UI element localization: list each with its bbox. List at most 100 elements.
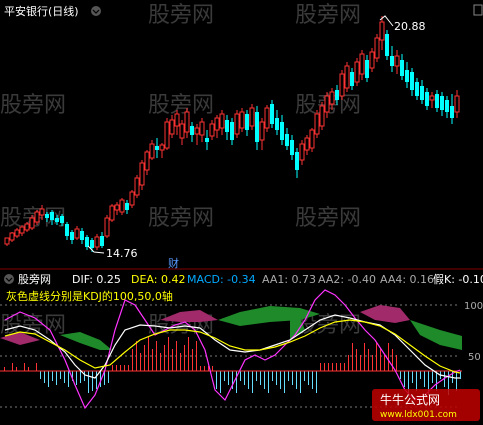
macd-bar — [108, 371, 109, 383]
readout-6: 假K: -0.10 — [433, 272, 483, 286]
candle-down — [125, 203, 129, 210]
candle-down — [50, 212, 54, 220]
macd-bar — [48, 371, 49, 387]
macd-bar — [348, 355, 349, 371]
band-magenta-2 — [360, 305, 410, 323]
candle-up — [114, 204, 120, 211]
macd-bar — [176, 341, 177, 371]
candle-down — [450, 106, 454, 118]
macd-bar — [320, 363, 321, 371]
macd-bar — [216, 371, 217, 389]
macd-bar — [84, 371, 85, 381]
candle-down — [60, 216, 64, 223]
candle-up — [234, 113, 240, 135]
macd-bar — [324, 363, 325, 371]
macd-bar — [352, 343, 353, 371]
macd-bar — [288, 371, 289, 381]
dropdown-icon[interactable] — [91, 6, 101, 16]
candle-up — [264, 107, 270, 129]
candle-up — [34, 211, 40, 223]
macd-bar — [360, 355, 361, 371]
macd-bar — [280, 371, 281, 389]
candle-down — [85, 237, 89, 247]
candle-down — [405, 70, 409, 82]
candle-down — [335, 90, 339, 100]
candle-down — [390, 56, 394, 66]
candle-down — [445, 100, 449, 112]
macd-bar — [156, 341, 157, 371]
macd-bar — [264, 371, 265, 389]
candle-up — [219, 113, 225, 129]
macd-bar — [244, 371, 245, 385]
macd-bar — [112, 365, 113, 371]
macd-bar — [172, 349, 173, 371]
candle-up — [379, 21, 385, 41]
macd-bar — [152, 349, 153, 371]
watermark-text: 股旁网 — [295, 206, 361, 231]
macd-bar — [272, 371, 273, 381]
macd-bar — [380, 349, 381, 371]
low-price-label: 14.76 — [106, 247, 138, 260]
axis-label-50: 50 — [468, 352, 481, 363]
macd-bar — [16, 367, 17, 371]
macd-bar — [300, 371, 301, 393]
macd-bar — [344, 363, 345, 371]
candle-up — [374, 37, 380, 59]
candle-up — [4, 237, 10, 245]
candle-up — [139, 162, 145, 186]
candle-down — [45, 214, 49, 218]
panel-close-icon[interactable] — [473, 4, 483, 16]
candle-up — [94, 236, 100, 248]
chart-canvas[interactable]: 股旁网股旁网股旁网股旁网股旁网股旁网股旁网股旁网股旁网股旁网股旁网 平安银行(日… — [0, 0, 483, 425]
candle-down — [285, 134, 289, 146]
site-logo-text: 牛牛公式网 — [380, 392, 440, 407]
candle-up — [319, 105, 325, 127]
candle-up — [199, 121, 205, 136]
candle-up — [249, 107, 255, 127]
candle-up — [194, 127, 200, 135]
candle-down — [205, 138, 209, 142]
macd-bar — [200, 366, 201, 371]
candle-up — [369, 51, 375, 69]
macd-bar — [12, 363, 13, 371]
candle-down — [155, 146, 159, 150]
macd-bar — [204, 366, 205, 371]
watermark-text: 股旁网 — [148, 206, 214, 231]
macd-bar — [136, 341, 137, 371]
macd-bar — [160, 353, 161, 371]
candle-down — [420, 86, 424, 100]
macd-bar — [68, 371, 69, 387]
macd-bar — [328, 363, 329, 371]
candle-up — [314, 113, 320, 135]
candle-up — [259, 121, 265, 141]
candle-up — [144, 151, 150, 171]
macd-bar — [436, 371, 437, 391]
event-marker[interactable]: 财 — [168, 256, 179, 270]
macd-bar — [120, 365, 121, 371]
candle-down — [280, 122, 284, 140]
macd-bar — [188, 337, 189, 371]
band-green-4 — [410, 320, 462, 350]
readout-1: DEA: 0.42 — [131, 273, 185, 286]
macd-bar — [332, 363, 333, 371]
macd-bar — [432, 371, 433, 383]
macd-bar — [276, 371, 277, 385]
macd-bar — [308, 371, 309, 385]
macd-bar — [236, 371, 237, 393]
watermark-text: 股旁网 — [295, 3, 361, 28]
indicator-menu-icon[interactable] — [4, 274, 14, 284]
macd-bar — [60, 371, 61, 379]
macd-bar — [228, 371, 229, 385]
candle-up — [309, 129, 315, 149]
macd-bar — [88, 371, 89, 393]
candle-down — [415, 82, 419, 96]
candle-up — [9, 232, 15, 241]
macd-bar — [224, 371, 225, 381]
macd-bar — [80, 371, 81, 383]
candle-down — [100, 236, 104, 246]
indicator-note: 灰色虚线分别是KDJ的100,50,0轴 — [6, 289, 173, 303]
candle-down — [270, 104, 274, 124]
readout-3: AA1: 0.73 — [262, 273, 316, 286]
candle-down — [385, 34, 389, 56]
candle-up — [24, 223, 30, 231]
